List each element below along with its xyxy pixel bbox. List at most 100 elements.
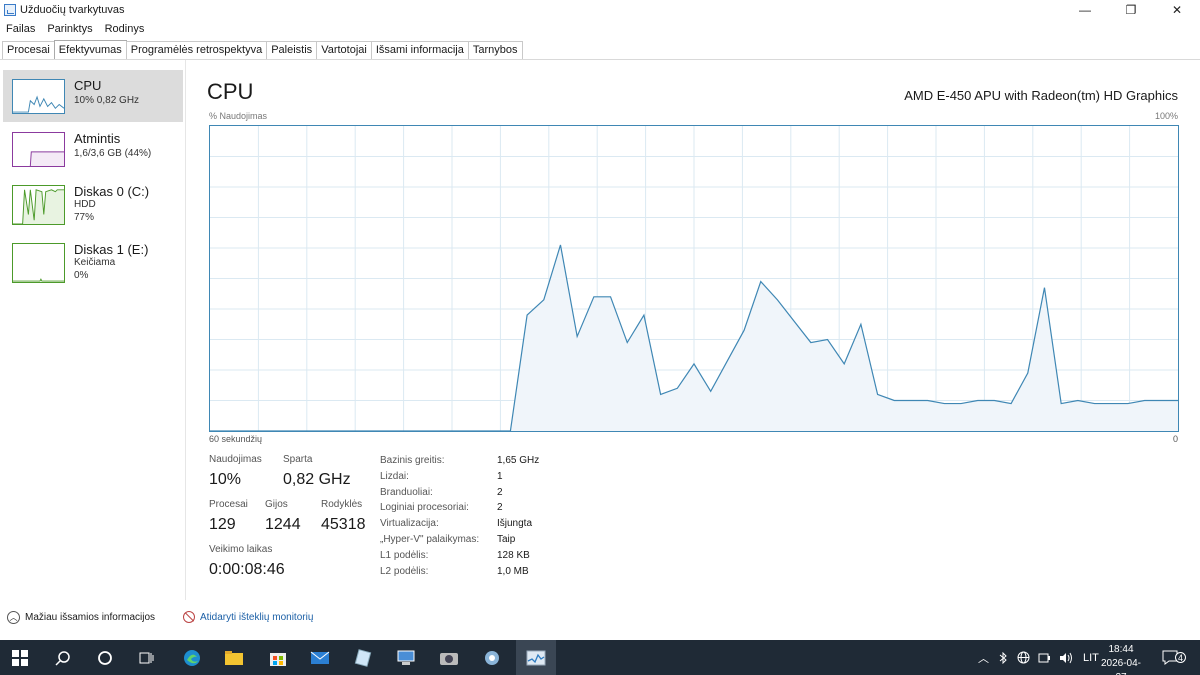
sidebar-subtitle: HDD xyxy=(74,199,96,210)
memory-thumbnail-graph xyxy=(12,132,65,167)
spec-value: 1 xyxy=(497,470,503,482)
chevron-up-icon[interactable]: ︿ xyxy=(978,650,989,666)
network-app-icon[interactable] xyxy=(386,640,426,675)
cortana-icon[interactable] xyxy=(85,640,125,675)
sidebar-subtitle: Keičiama xyxy=(74,257,116,268)
spec-value: 128 KB xyxy=(497,549,530,561)
spec-value: 1,0 MB xyxy=(497,565,529,577)
handles-value: 45318 xyxy=(321,516,366,533)
footer: ︿ Mažiau išsamios informacijos Atidaryti… xyxy=(0,606,1200,630)
tab-users[interactable]: Vartotojai xyxy=(316,41,372,59)
y-axis-max-label: 100% xyxy=(1154,111,1178,121)
x-axis-right-label: 0 xyxy=(1173,434,1179,444)
threads-value: 1244 xyxy=(265,516,301,533)
uptime-value: 0:00:08:46 xyxy=(209,561,285,578)
notifications-button[interactable]: 4 xyxy=(1162,640,1186,675)
settings-app-icon[interactable] xyxy=(472,640,512,675)
clock-date: 2026-04-27 xyxy=(1100,658,1142,675)
processes-label: Procesai xyxy=(209,499,248,510)
tab-services[interactable]: Tarnybos xyxy=(467,41,523,59)
spec-label: L2 podėlis: xyxy=(380,565,429,577)
sidebar-item-memory[interactable]: Atmintis 1,6/3,6 GB (44%) xyxy=(3,123,183,175)
bluetooth-icon[interactable] xyxy=(997,651,1009,664)
menu-options[interactable]: Parinktys xyxy=(41,21,98,37)
tab-performance[interactable]: Efektyvumas xyxy=(53,40,127,59)
menu-file[interactable]: Failas xyxy=(0,21,41,37)
handles-label: Rodyklės xyxy=(321,499,363,510)
battery-icon[interactable] xyxy=(1038,652,1051,664)
window-title: Užduočių tvarkytuvas xyxy=(20,4,125,16)
sidebar-item-cpu[interactable]: CPU 10% 0,82 GHz xyxy=(3,70,183,122)
cpu-model-name: AMD E-450 APU with Radeon(tm) HD Graphic… xyxy=(904,88,1178,103)
globe-icon[interactable] xyxy=(1017,651,1030,664)
restore-button[interactable]: ❐ xyxy=(1108,0,1154,20)
window-controls: — ❐ ✕ xyxy=(1062,0,1200,20)
spec-label: Loginiai procesoriai: xyxy=(380,502,469,514)
usage-value: 10% xyxy=(209,471,242,488)
spec-label: Branduoliai: xyxy=(380,486,433,498)
usage-label: Naudojimas xyxy=(209,454,262,465)
page-title: CPU xyxy=(207,79,254,104)
threads-label: Gijos xyxy=(265,499,288,510)
sidebar-title: Diskas 1 (E:) xyxy=(74,242,149,257)
sidebar-item-disk-0[interactable]: Diskas 0 (C:) HDD 77% xyxy=(3,176,183,228)
spec-value: 2 xyxy=(497,486,503,498)
tab-strip: Procesai Efektyvumas Programėlės retrosp… xyxy=(2,40,523,59)
edge-icon[interactable] xyxy=(172,640,212,675)
task-view-icon[interactable] xyxy=(127,640,167,675)
close-button[interactable]: ✕ xyxy=(1154,0,1200,20)
y-axis-label: % Naudojimas xyxy=(209,111,268,121)
sidebar-title: CPU xyxy=(74,78,102,93)
uptime-label: Veikimo laikas xyxy=(209,544,273,555)
spec-label: L1 podėlis: xyxy=(380,549,429,561)
spec-label: Lizdai: xyxy=(380,470,409,482)
speed-label: Sparta xyxy=(283,454,313,465)
sidebar-subtitle-2: 77% xyxy=(74,212,95,223)
title-bar: Užduočių tvarkytuvas — ❐ ✕ xyxy=(0,0,1200,20)
sidebar-subtitle: 1,6/3,6 GB (44%) xyxy=(74,148,152,159)
spec-value: Išjungta xyxy=(497,518,533,530)
tab-startup[interactable]: Paleistis xyxy=(266,41,318,59)
notepad-icon[interactable] xyxy=(343,640,383,675)
file-explorer-icon[interactable] xyxy=(214,640,254,675)
clock[interactable]: 18:44 2026-04-27 xyxy=(1096,643,1146,675)
mail-icon[interactable] xyxy=(300,640,340,675)
camera-icon[interactable] xyxy=(429,640,469,675)
spec-label: Bazinis greitis: xyxy=(380,455,445,466)
sidebar-title: Atmintis xyxy=(74,131,121,146)
volume-icon[interactable] xyxy=(1059,652,1073,664)
windows-start-icon[interactable] xyxy=(0,640,40,675)
resource-sidebar: CPU 10% 0,82 GHz Atmintis 1,6/3,6 GB (44… xyxy=(0,60,186,600)
menu-view[interactable]: Rodinys xyxy=(99,21,151,37)
menu-bar: Failas Parinktys Rodinys xyxy=(0,21,150,37)
spec-label: „Hyper-V" palaikymas: xyxy=(380,534,480,545)
sidebar-title: Diskas 0 (C:) xyxy=(74,184,150,199)
disk1-thumbnail-graph xyxy=(12,243,65,283)
task-manager-app-icon xyxy=(4,4,16,16)
cpu-thumbnail-graph xyxy=(12,79,65,114)
processes-value: 129 xyxy=(209,516,236,533)
resource-monitor-link[interactable]: Atidaryti išteklių monitorių xyxy=(183,611,313,623)
task-manager-icon[interactable] xyxy=(516,640,556,675)
minimize-button[interactable]: — xyxy=(1062,0,1108,20)
sidebar-item-disk-1[interactable]: Diskas 1 (E:) Keičiama 0% xyxy=(3,234,183,286)
chevron-up-icon: ︿ xyxy=(7,611,20,624)
clock-time: 18:44 xyxy=(1108,644,1134,655)
x-axis-left-label: 60 sekundžių xyxy=(209,434,263,444)
tab-processes[interactable]: Procesai xyxy=(2,41,55,59)
spec-label: Virtualizacija: xyxy=(380,518,439,530)
spec-value: Taip xyxy=(497,534,516,545)
cpu-usage-chart xyxy=(210,126,1178,431)
speed-value: 0,82 GHz xyxy=(283,471,351,488)
taskbar: ︿ LIT 18:44 2026-04-27 4 xyxy=(0,640,1200,675)
store-icon[interactable] xyxy=(258,640,298,675)
fewer-details-button[interactable]: ︿ Mažiau išsamios informacijos xyxy=(7,611,155,624)
resource-monitor-icon xyxy=(183,611,195,623)
search-icon[interactable] xyxy=(43,640,83,675)
disk0-thumbnail-graph xyxy=(12,185,65,225)
tab-app-history[interactable]: Programėlės retrospektyva xyxy=(125,41,268,59)
tab-details[interactable]: Išsami informacija xyxy=(370,41,469,59)
sidebar-subtitle-2: 0% xyxy=(74,270,89,281)
system-tray: ︿ LIT xyxy=(978,640,1099,675)
resource-monitor-label: Atidaryti išteklių monitorių xyxy=(200,611,314,623)
